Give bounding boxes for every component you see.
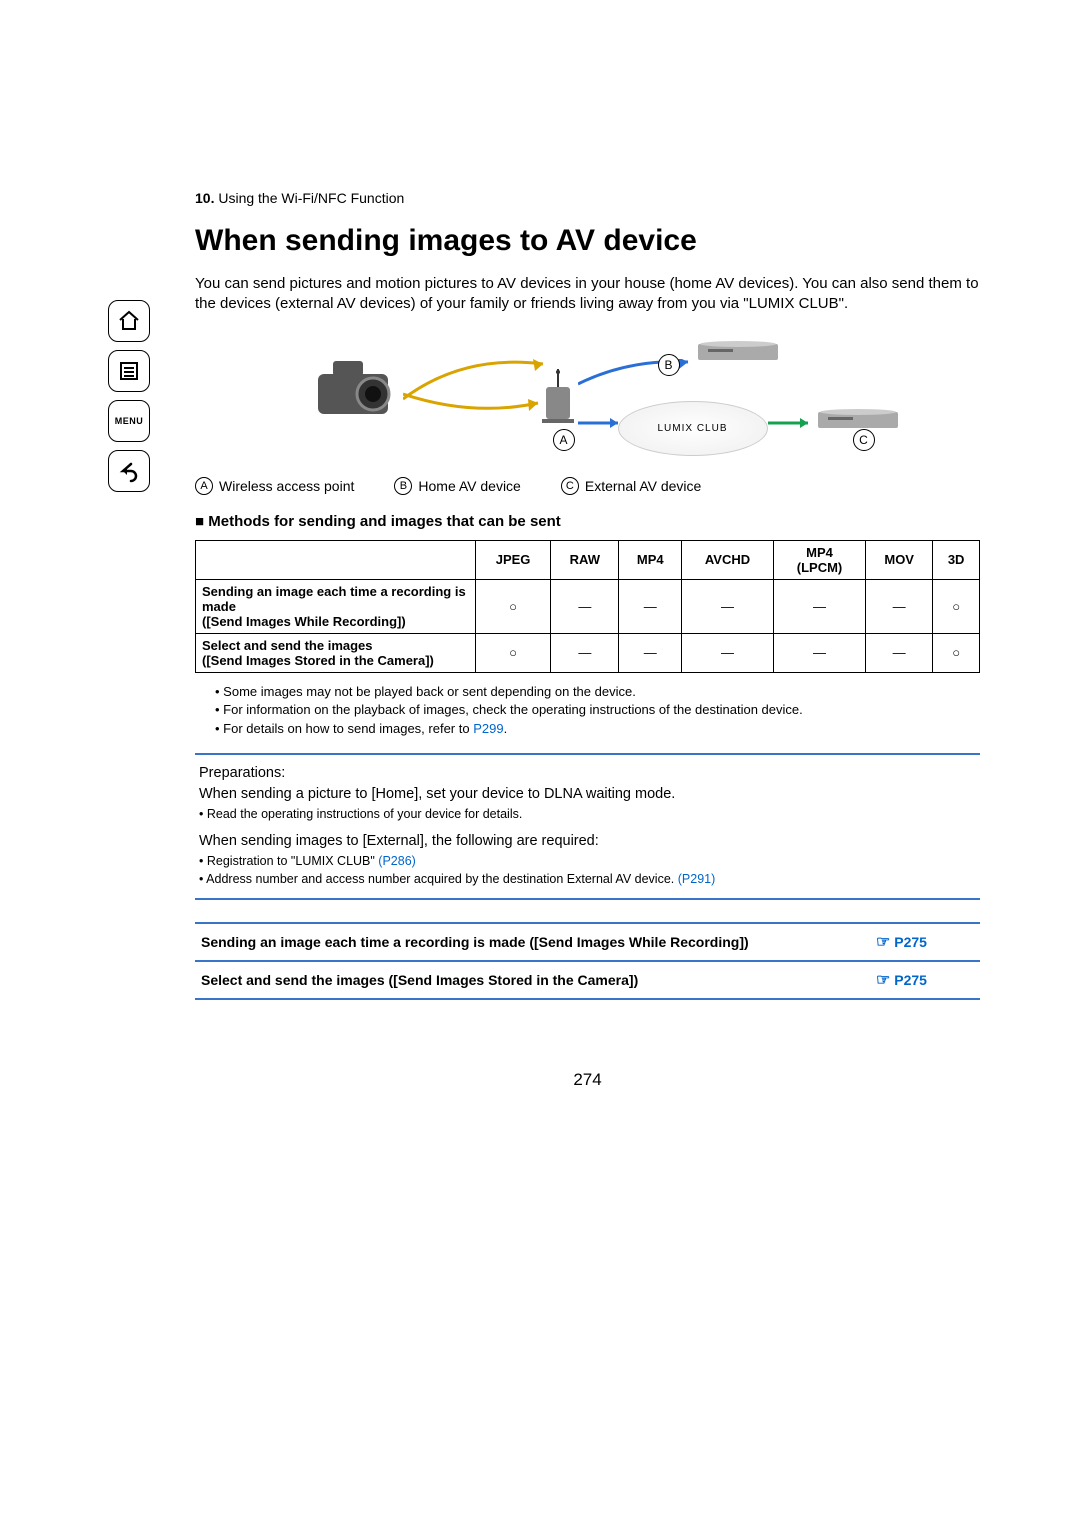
badge-a: A [553,429,575,451]
page-link[interactable]: (P291) [678,872,716,886]
chapter-title: Using the Wi-Fi/NFC Function [218,190,404,206]
reference-link[interactable]: ☞ P275 [870,923,980,961]
intro-text: You can send pictures and motion picture… [195,274,980,315]
reference-table: Sending an image each time a recording i… [195,922,980,1000]
chapter-number: 10. [195,190,214,206]
router-icon [538,369,578,424]
page-number: 274 [195,1070,980,1090]
legend-c: External AV device [585,478,701,494]
methods-heading: Methods for sending and images that can … [195,513,980,530]
preparations-box: Preparations: When sending a picture to … [195,753,980,900]
reference-row: Sending an image each time a recording i… [195,923,980,961]
notes-list: Some images may not be played back or se… [195,683,980,740]
menu-button[interactable]: MENU [108,400,150,442]
badge-c: C [853,429,875,451]
external-av-device-icon [818,407,898,432]
page-link[interactable]: (P286) [378,854,416,868]
reference-row: Select and send the images ([Send Images… [195,961,980,999]
camera-icon [308,349,408,419]
breadcrumb: 10. Using the Wi-Fi/NFC Function [195,190,980,206]
lumix-club-cloud: LUMIX CLUB [618,401,768,456]
prep-bullet: • Address number and access number acqui… [199,870,976,888]
sidebar: MENU [108,300,150,500]
note-item: Some images may not be played back or se… [215,683,980,702]
note-item: For information on the playback of image… [215,701,980,720]
reference-label: Select and send the images ([Send Images… [195,961,870,999]
page-link[interactable]: P299 [473,721,503,736]
note-item: For details on how to send images, refer… [215,720,980,739]
diagram-legend: AWireless access point BHome AV device C… [195,477,980,495]
home-av-device-icon [698,339,778,364]
prep-text: When sending a picture to [Home], set yo… [199,784,976,805]
toc-icon[interactable] [108,350,150,392]
back-icon[interactable] [108,450,150,492]
methods-table: JPEGRAWMP4AVCHDMP4(LPCM)MOV3D Sending an… [195,540,980,673]
legend-a: Wireless access point [219,478,354,494]
connection-diagram: B LUMIX CLUB A C [308,329,868,469]
prep-bullet: • Registration to "LUMIX CLUB" (P286) [199,852,976,870]
page-title: When sending images to AV device [195,224,980,258]
prep-text: When sending images to [External], the f… [199,831,976,852]
badge-b: B [658,354,680,376]
reference-link[interactable]: ☞ P275 [870,961,980,999]
legend-b: Home AV device [418,478,520,494]
home-icon[interactable] [108,300,150,342]
reference-label: Sending an image each time a recording i… [195,923,870,961]
prep-heading: Preparations: [199,763,976,784]
prep-bullet: • Read the operating instructions of you… [199,805,976,823]
